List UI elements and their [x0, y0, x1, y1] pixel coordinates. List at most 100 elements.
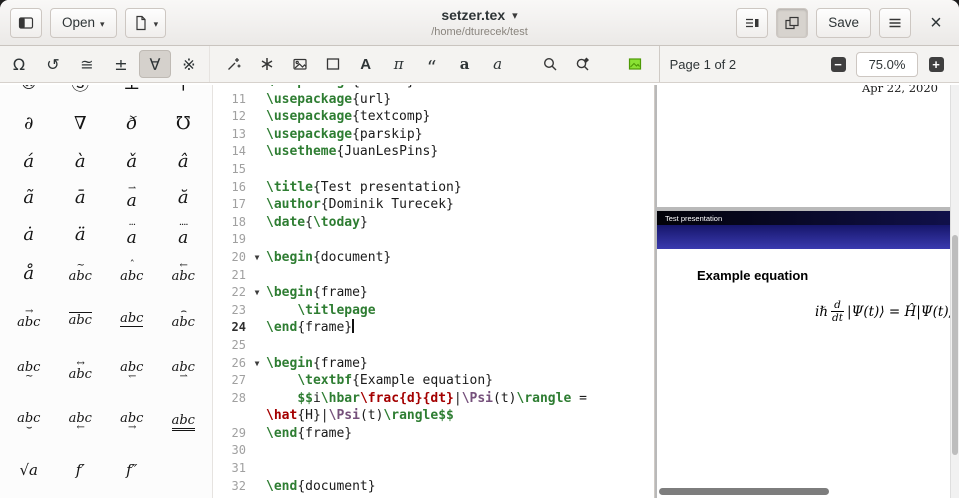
wizard-button[interactable]	[219, 50, 249, 78]
save-button[interactable]: Save	[816, 8, 871, 38]
symbol-cell[interactable]: â	[158, 143, 210, 179]
symbol-cell[interactable]: ⌢abc	[158, 293, 210, 345]
symbol-cell[interactable]: ®	[3, 85, 55, 103]
symbol-cell[interactable]: ǎ	[106, 143, 158, 179]
preview-vertical-scrollbar[interactable]	[950, 85, 959, 498]
code-line[interactable]: 15	[214, 161, 654, 179]
window-close-button[interactable]	[923, 10, 949, 36]
code-line[interactable]: \hat{H}|\Psi(t)\rangle$$	[214, 407, 654, 425]
zoom-level-field[interactable]: 75.0%	[856, 52, 918, 77]
symbol-cell[interactable]: →abc	[3, 293, 55, 345]
symbol-cell[interactable]: abc⌣	[3, 397, 55, 447]
code-line[interactable]: 12\usepackage{textcomp}	[214, 108, 654, 126]
code-line[interactable]: 21	[214, 267, 654, 285]
quotes-button[interactable]: “	[417, 50, 447, 78]
symbol-category-0[interactable]: Ω	[3, 50, 35, 78]
italic-button[interactable]: a	[483, 50, 513, 78]
code-line[interactable]: 24\end{frame}	[214, 319, 654, 337]
symbol-category-3[interactable]: ±	[105, 50, 137, 78]
symbol-cell[interactable]: ∤	[158, 85, 210, 103]
layout-toggle-button[interactable]	[736, 8, 768, 38]
symbol-cell[interactable]: f′	[55, 447, 107, 493]
code-line[interactable]: 28 $$i\hbar\frac{d}{dt}|\Psi(t)\rangle =	[214, 390, 654, 408]
zoom-in-button[interactable]	[925, 53, 947, 75]
code-line[interactable]: 16\title{Test presentation}	[214, 179, 654, 197]
sidebar-toggle-button[interactable]	[10, 8, 42, 38]
code-line[interactable]: 14\usetheme{JuanLesPins}	[214, 143, 654, 161]
sparkle-button[interactable]	[252, 50, 282, 78]
symbol-cell[interactable]: ···a	[106, 216, 158, 253]
code-editor[interactable]: 10\usepackage{xcolor}11\usepackage{url}1…	[214, 85, 654, 498]
pdf-preview[interactable]: Apr 22, 2020 Test presentation Example e…	[654, 85, 959, 498]
symbol-cell[interactable]: ↔abc	[55, 345, 107, 397]
open-button[interactable]: Open	[50, 8, 117, 38]
code-line[interactable]: 22▼\begin{frame}	[214, 284, 654, 302]
fold-marker[interactable]: ▼	[248, 249, 266, 267]
fold-marker[interactable]: ▼	[248, 284, 266, 302]
symbol-cell[interactable]: ⊥	[106, 85, 158, 103]
symbol-cell[interactable]: abc⇀	[158, 345, 210, 397]
font-style-button[interactable]: A	[351, 50, 381, 78]
code-line[interactable]: 18\date{\today}	[214, 214, 654, 232]
symbol-cell[interactable]: ⇀a	[106, 179, 158, 216]
symbol-cell[interactable]: ä	[55, 216, 107, 253]
code-line[interactable]: 25	[214, 337, 654, 355]
symbol-cell[interactable]: ȧ	[3, 216, 55, 253]
code-line[interactable]: 30	[214, 442, 654, 460]
preview-horizontal-scrollbar[interactable]	[659, 488, 829, 495]
symbol-cell[interactable]: abc∼	[3, 345, 55, 397]
new-document-button[interactable]	[125, 8, 167, 38]
code-line[interactable]: 32\end{document}	[214, 478, 654, 496]
menu-button[interactable]	[879, 8, 911, 38]
symbol-cell[interactable]: å	[3, 253, 55, 293]
find-replace-button[interactable]	[568, 50, 598, 78]
symbol-cell[interactable]: ð	[106, 103, 158, 143]
symbol-cell[interactable]: abc	[106, 293, 158, 345]
side-by-side-toggle-button[interactable]	[776, 8, 808, 38]
symbol-cell[interactable]: ˆabc	[106, 253, 158, 293]
symbol-cell[interactable]: abc←	[55, 397, 107, 447]
code-line[interactable]: 19	[214, 231, 654, 249]
symbol-cell[interactable]: ℧	[158, 103, 210, 143]
code-line[interactable]: 31	[214, 460, 654, 478]
code-line[interactable]: 13\usepackage{parskip}	[214, 126, 654, 144]
symbol-cell[interactable]: abc	[158, 397, 210, 447]
code-line[interactable]: 23 \titlepage	[214, 302, 654, 320]
symbol-cell[interactable]: á	[3, 143, 55, 179]
math-button[interactable]: π	[384, 50, 414, 78]
search-button[interactable]	[535, 50, 565, 78]
vertical-scrollbar-thumb[interactable]	[952, 235, 958, 455]
symbol-cell[interactable]: ∇	[55, 103, 107, 143]
title-chevron-down-icon[interactable]	[512, 6, 518, 24]
symbol-cell[interactable]: ←abc	[158, 253, 210, 293]
symbol-cell[interactable]: ∼abc	[55, 253, 107, 293]
code-line[interactable]: 11\usepackage{url}	[214, 91, 654, 109]
code-line[interactable]: 29\end{frame}	[214, 425, 654, 443]
symbol-category-2[interactable]: ≅	[71, 50, 103, 78]
zoom-out-button[interactable]	[827, 53, 849, 75]
insert-image-button[interactable]	[285, 50, 315, 78]
symbol-cell[interactable]: abc↽	[106, 345, 158, 397]
code-line[interactable]: 20▼\begin{document}	[214, 249, 654, 267]
symbol-cell[interactable]: abc→	[106, 397, 158, 447]
symbol-cell[interactable]: f″	[106, 447, 158, 493]
symbol-cell[interactable]: abc	[55, 293, 107, 345]
code-line[interactable]: 27 \textbf{Example equation}	[214, 372, 654, 390]
symbol-cell[interactable]: ã	[3, 179, 55, 216]
symbol-cell[interactable]: à	[55, 143, 107, 179]
symbol-cell[interactable]: ∂	[3, 103, 55, 143]
symbol-category-4[interactable]: ∀	[139, 50, 171, 78]
insert-frame-button[interactable]	[318, 50, 348, 78]
symbol-cell[interactable]: ă	[158, 179, 210, 216]
code-line[interactable]: 17\author{Dominik Turecek}	[214, 196, 654, 214]
symbol-cell[interactable]: √a	[3, 447, 55, 493]
symbol-cell[interactable]: Ⓢ	[55, 85, 107, 103]
symbol-category-5[interactable]: ※	[173, 50, 205, 78]
symbol-cell[interactable]: ····a	[158, 216, 210, 253]
symbol-cell[interactable]: ā	[55, 179, 107, 216]
code-line[interactable]: 26▼\begin{frame}	[214, 355, 654, 373]
fold-marker[interactable]: ▼	[248, 355, 266, 373]
bold-button[interactable]: a	[450, 50, 480, 78]
build-preview-button[interactable]	[620, 50, 650, 78]
symbol-category-1[interactable]: ↺	[37, 50, 69, 78]
